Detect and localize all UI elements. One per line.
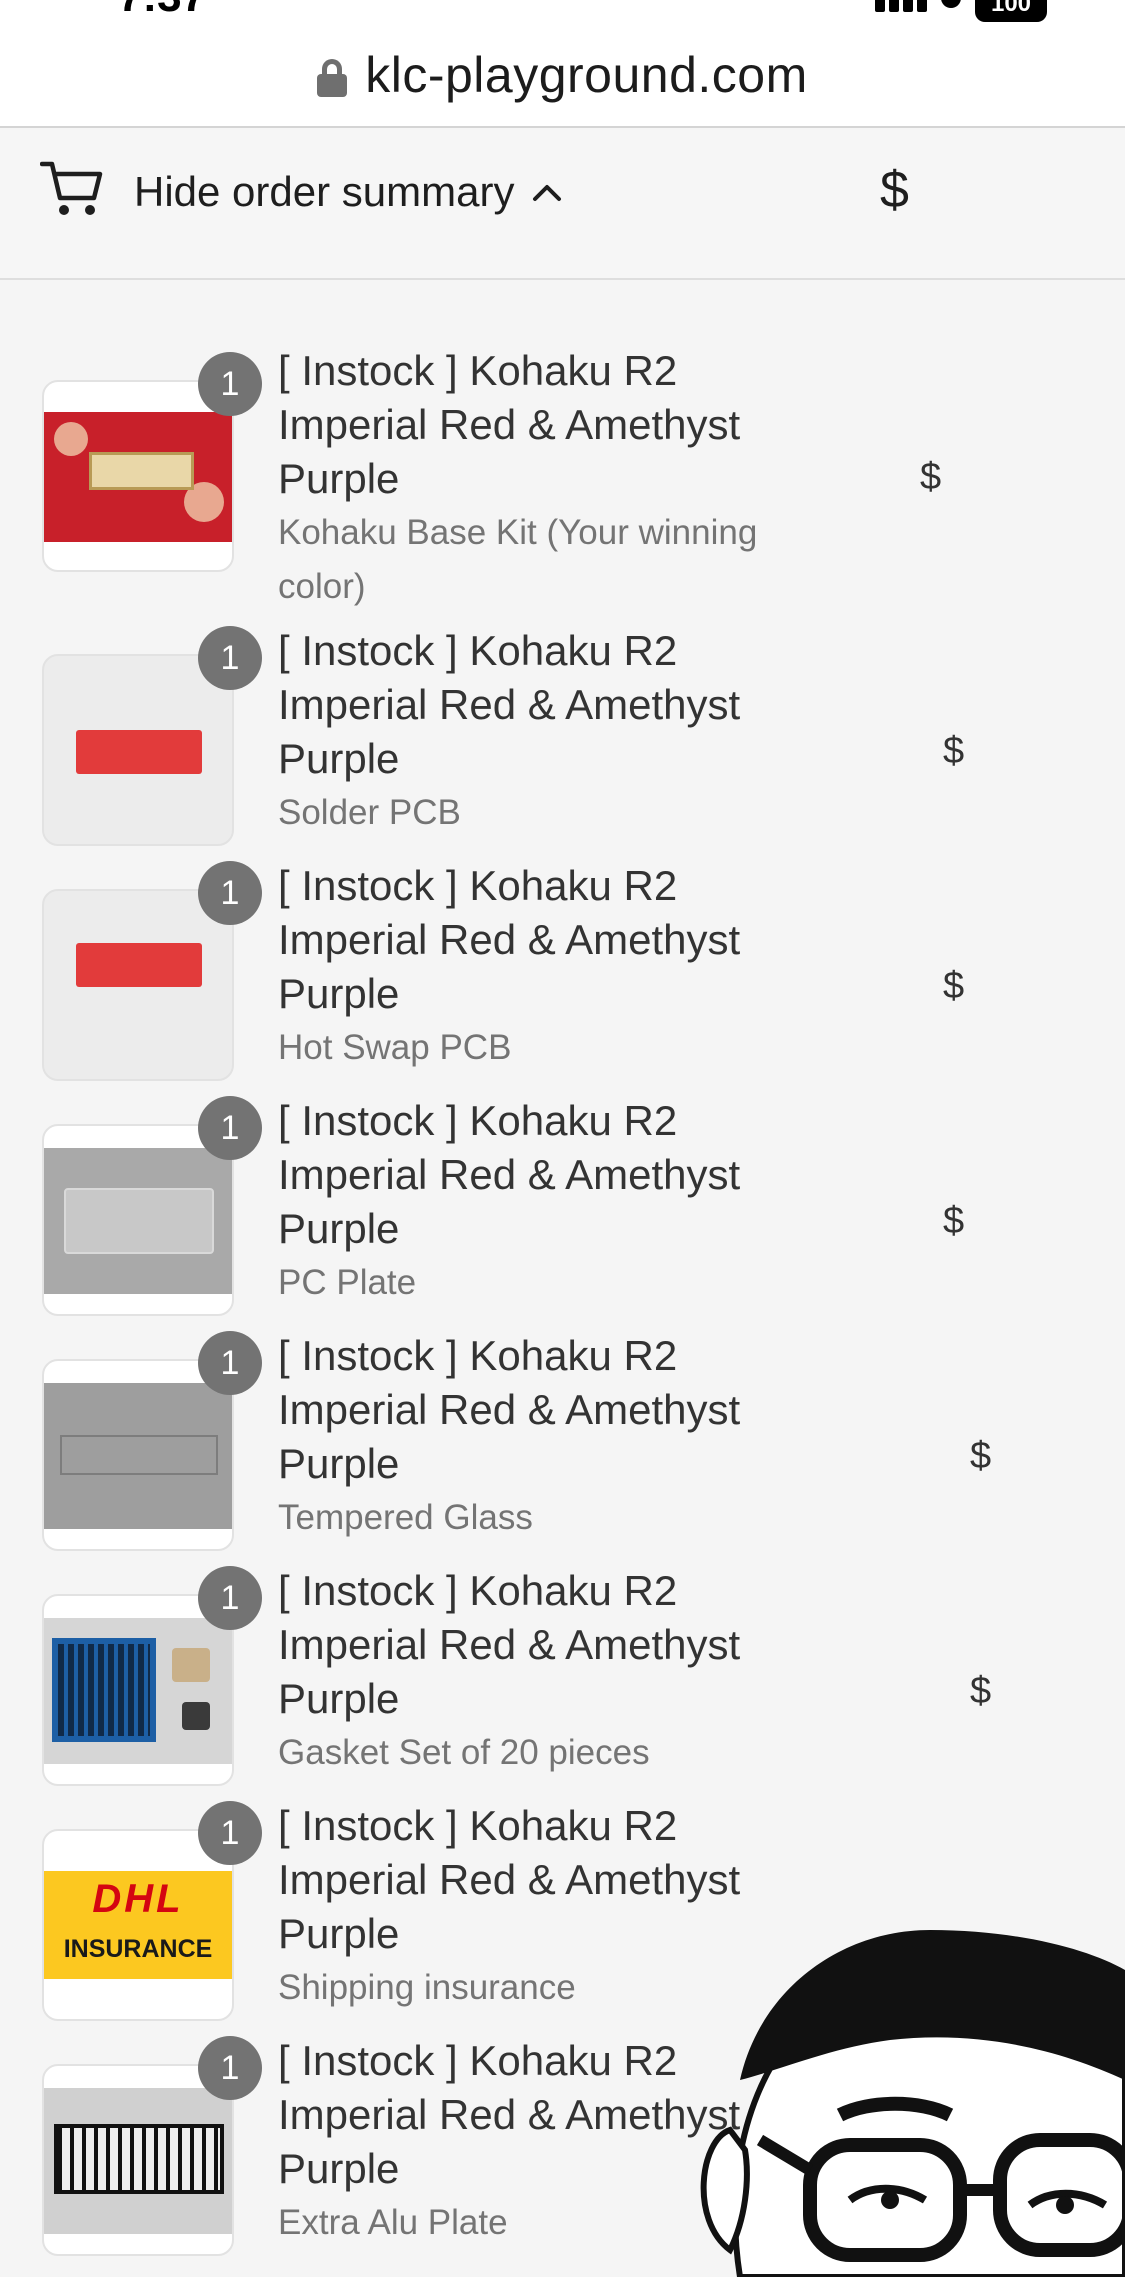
product-thumbnail: DHL INSURANCE — [42, 1829, 234, 2021]
product-thumbnail — [42, 889, 234, 1081]
meme-face-sticker — [700, 1930, 1125, 2277]
product-thumbnail — [42, 1124, 234, 1316]
wifi-icon — [941, 0, 961, 8]
cart-icon — [40, 161, 103, 215]
battery-icon: 100 — [975, 0, 1047, 22]
order-summary-bar[interactable]: Hide order summary $ — [0, 130, 1125, 280]
item-price: $ — [943, 965, 965, 1007]
item-title: [ Instock ] Kohaku R2 Imperial Red & Ame… — [278, 1094, 838, 1310]
quantity-badge: 1 — [198, 1331, 262, 1395]
item-title: [ Instock ] Kohaku R2 Imperial Red & Ame… — [278, 1564, 838, 1780]
hide-order-summary-toggle[interactable]: Hide order summary — [134, 168, 562, 216]
item-price: $ — [970, 1435, 992, 1477]
item-price: $ — [943, 1200, 965, 1242]
item-price: $ — [920, 456, 942, 498]
item-title: [ Instock ] Kohaku R2 Imperial Red & Ame… — [278, 624, 838, 840]
item-variant: PC Plate — [278, 1263, 417, 1302]
chevron-up-icon — [533, 185, 562, 201]
summary-toggle-label: Hide order summary — [134, 168, 515, 215]
summary-total-price: $ — [880, 161, 909, 219]
url-text[interactable]: klc-playground.com — [365, 46, 808, 104]
item-variant: Solder PCB — [278, 793, 461, 832]
quantity-badge: 1 — [198, 352, 262, 416]
status-time: 7:37 — [118, 0, 206, 22]
product-thumbnail — [42, 1359, 234, 1551]
product-thumbnail — [42, 380, 234, 572]
product-thumbnail — [42, 1594, 234, 1786]
product-thumbnail — [42, 654, 234, 846]
dhl-logo: DHL — [92, 1877, 184, 1921]
item-price: $ — [943, 730, 965, 772]
quantity-badge: 1 — [198, 2036, 262, 2100]
signal-icon — [875, 0, 927, 12]
item-variant: Kohaku Base Kit (Your winning color) — [278, 513, 758, 606]
item-variant: Tempered Glass — [278, 1498, 533, 1537]
item-price: $ — [970, 1670, 992, 1712]
quantity-badge: 1 — [198, 626, 262, 690]
quantity-badge: 1 — [198, 1801, 262, 1865]
product-thumbnail — [42, 2064, 234, 2256]
quantity-badge: 1 — [198, 1566, 262, 1630]
quantity-badge: 1 — [198, 1096, 262, 1160]
item-variant: Hot Swap PCB — [278, 1028, 512, 1067]
lock-icon — [317, 59, 348, 97]
item-variant: Gasket Set of 20 pieces — [278, 1733, 650, 1772]
browser-address-bar[interactable]: klc-playground.com — [0, 24, 1125, 128]
status-icons: 100 — [875, 0, 1047, 22]
item-title: [ Instock ] Kohaku R2 Imperial Red & Ame… — [278, 859, 838, 1075]
status-bar: 7:37 100 — [0, 0, 1125, 24]
item-title: [ Instock ] Kohaku R2 Imperial Red & Ame… — [278, 344, 838, 614]
item-title: [ Instock ] Kohaku R2 Imperial Red & Ame… — [278, 1329, 838, 1545]
quantity-badge: 1 — [198, 861, 262, 925]
dhl-insurance-caption: INSURANCE — [63, 1935, 213, 1963]
